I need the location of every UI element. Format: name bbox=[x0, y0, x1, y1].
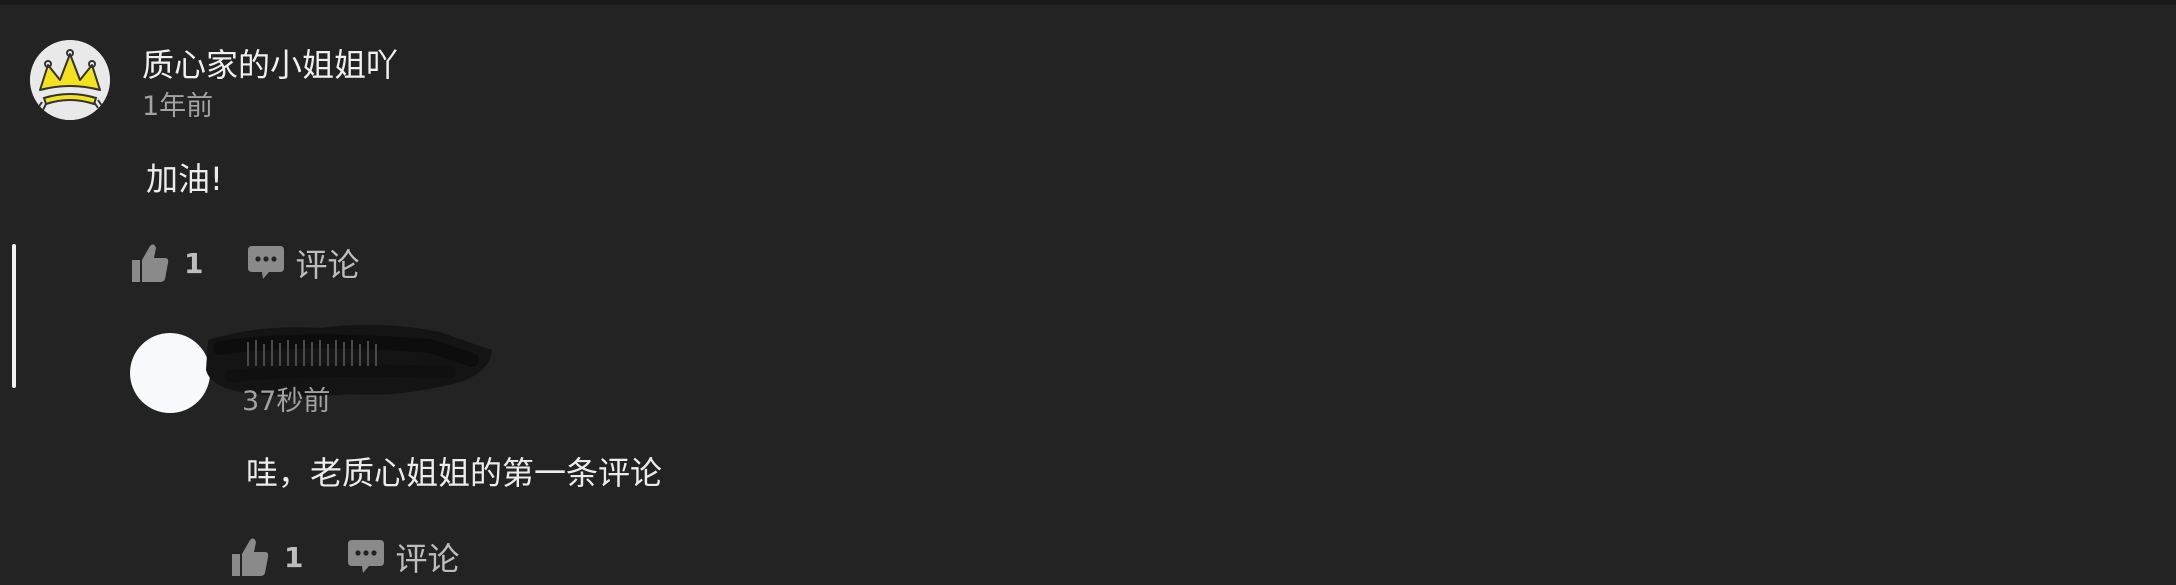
reply-reply-button[interactable]: 评论 bbox=[347, 534, 460, 580]
reply-actions: 1 评论 bbox=[230, 532, 460, 582]
reply-label: 评论 bbox=[295, 246, 360, 284]
author-avatar[interactable] bbox=[30, 40, 110, 120]
thumbs-up-icon bbox=[230, 536, 270, 578]
crown-avatar-icon bbox=[30, 40, 110, 120]
comment-actions: 1 评论 bbox=[130, 238, 360, 288]
thumbs-up-icon bbox=[130, 242, 170, 284]
top-divider bbox=[0, 0, 2176, 5]
reply-reply-label: 评论 bbox=[395, 540, 460, 578]
reply-button[interactable]: 评论 bbox=[247, 240, 360, 286]
comment-timestamp: 1年前 bbox=[142, 91, 214, 122]
reply-timestamp: 37秒前 bbox=[242, 386, 331, 417]
like-count: 1 bbox=[184, 246, 204, 280]
comment-author-name[interactable]: 质心家的小姐姐吖 bbox=[142, 40, 398, 86]
like-button[interactable]: 1 bbox=[130, 242, 203, 284]
speech-bubble-icon bbox=[247, 244, 285, 282]
reply-like-button[interactable]: 1 bbox=[230, 536, 303, 578]
reply-author-avatar[interactable] bbox=[130, 333, 210, 413]
thread-indicator bbox=[12, 244, 16, 388]
comment-text: 加油! bbox=[146, 160, 223, 198]
reply-like-count: 1 bbox=[284, 540, 304, 574]
reply-text: 哇，老质心姐姐的第一条评论 bbox=[246, 454, 663, 492]
speech-bubble-icon bbox=[347, 538, 385, 576]
